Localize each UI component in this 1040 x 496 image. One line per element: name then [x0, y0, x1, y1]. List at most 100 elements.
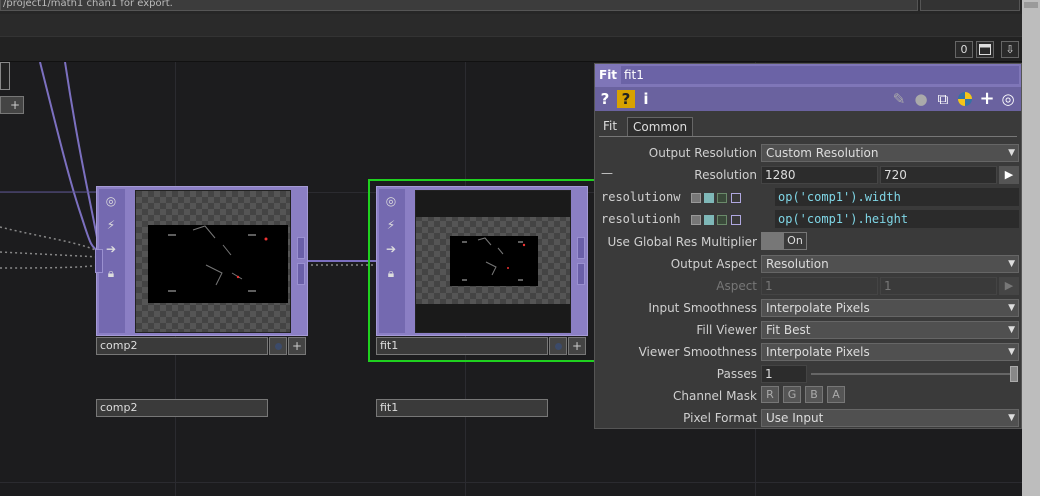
- pixel-format-menu[interactable]: Use Input ▼: [761, 409, 1019, 427]
- channel-r-button[interactable]: R: [761, 386, 779, 403]
- mode-constant-icon[interactable]: [691, 193, 701, 203]
- output-aspect-label: Output Aspect: [670, 257, 757, 271]
- aspect-field-1[interactable]: 1: [761, 277, 878, 295]
- viewer-smoothness-label: Viewer Smoothness: [638, 345, 757, 359]
- output-connector-2[interactable]: [577, 263, 585, 285]
- global-res-value: On: [784, 233, 806, 249]
- node-body[interactable]: ◎ ⚡ ➔ 🔒︎: [95, 186, 308, 336]
- output-connector-2[interactable]: [297, 263, 305, 285]
- node-label[interactable]: fit1: [376, 399, 548, 417]
- chevron-down-icon: ▼: [1008, 347, 1015, 357]
- add-icon[interactable]: +: [7, 96, 23, 114]
- lock-icon[interactable]: 🔒︎: [381, 263, 401, 283]
- output-aspect-menu[interactable]: Resolution ▼: [761, 255, 1019, 273]
- mode-export-icon[interactable]: [717, 193, 727, 203]
- display-icon[interactable]: ➔: [381, 239, 401, 259]
- resolution-height-field[interactable]: 720: [880, 166, 997, 184]
- mode-export-icon[interactable]: [717, 215, 727, 225]
- path-field[interactable]: /project1/math1 chan1 for export.: [0, 0, 918, 11]
- viewer-image: [450, 236, 538, 286]
- offscreen-node[interactable]: [0, 62, 10, 90]
- fill-viewer-value: Fit Best: [766, 323, 811, 337]
- fit1-add-button[interactable]: +: [568, 337, 586, 355]
- node-label[interactable]: comp2: [96, 399, 268, 417]
- node-fit1[interactable]: ◎ ⚡ ➔ 🔒︎ fit1: [376, 186, 588, 417]
- zero-button[interactable]: 0: [955, 41, 973, 58]
- output-connector[interactable]: [297, 237, 305, 259]
- channel-g-button[interactable]: G: [783, 386, 801, 403]
- clone-icon[interactable]: ⧉: [934, 89, 952, 109]
- lock-icon[interactable]: 🔒︎: [101, 263, 121, 283]
- pixel-format-value: Use Input: [766, 411, 824, 425]
- edit-icon[interactable]: ✎: [891, 89, 907, 109]
- help-icon[interactable]: ?: [598, 89, 612, 109]
- global-res-toggle[interactable]: On: [761, 232, 807, 250]
- scrollbar[interactable]: [1022, 0, 1040, 496]
- passes-label: Passes: [716, 367, 757, 381]
- tab-fit[interactable]: Fit: [603, 117, 617, 135]
- global-res-label: Use Global Res Multiplier: [607, 235, 757, 249]
- node-body[interactable]: ◎ ⚡ ➔ 🔒︎: [376, 186, 588, 336]
- mode-bind-icon[interactable]: [731, 193, 741, 203]
- node-viewer: [135, 190, 291, 333]
- tab-divider: [599, 136, 1017, 137]
- secondary-field[interactable]: [920, 0, 1020, 11]
- op-help-icon[interactable]: ?: [617, 90, 635, 108]
- comp2-dot-button[interactable]: [269, 337, 287, 355]
- tab-common[interactable]: Common: [627, 117, 694, 136]
- python-icon[interactable]: [956, 89, 974, 109]
- collapse-icon[interactable]: —: [601, 166, 613, 180]
- fill-viewer-label: Fill Viewer: [696, 323, 757, 337]
- comp2-add-button[interactable]: +: [288, 337, 306, 355]
- comment-icon[interactable]: ●: [912, 89, 930, 109]
- target-icon[interactable]: ◎: [999, 89, 1017, 109]
- resolution-width-field[interactable]: 1280: [761, 166, 878, 184]
- chevron-down-icon: ▼: [1008, 325, 1015, 335]
- cook-icon[interactable]: ⚡: [101, 215, 121, 235]
- add-icon[interactable]: +: [978, 89, 996, 109]
- passes-field[interactable]: 1: [761, 365, 807, 383]
- aspect-field-2[interactable]: 1: [880, 277, 997, 295]
- fit1-dot-button[interactable]: [549, 337, 567, 355]
- mode-bind-icon[interactable]: [731, 215, 741, 225]
- viewer-icon[interactable]: ◎: [101, 191, 121, 211]
- input-connector[interactable]: [95, 249, 103, 273]
- passes-slider-track[interactable]: [811, 373, 1011, 375]
- viewer-smoothness-menu[interactable]: Interpolate Pixels ▼: [761, 343, 1019, 361]
- input-smoothness-menu[interactable]: Interpolate Pixels ▼: [761, 299, 1019, 317]
- passes-slider-handle[interactable]: [1010, 366, 1018, 382]
- chevron-down-icon: ▼: [1008, 259, 1015, 269]
- info-icon[interactable]: i: [640, 89, 652, 109]
- output-aspect-value: Resolution: [766, 257, 829, 271]
- resolutionw-label: resolutionw: [601, 190, 681, 204]
- play-icon[interactable]: ▶: [999, 277, 1019, 295]
- node-comp2[interactable]: ◎ ⚡ ➔ 🔒︎ comp2: [95, 186, 308, 417]
- window-icon[interactable]: [976, 41, 994, 58]
- mode-constant-icon[interactable]: [691, 215, 701, 225]
- display-icon[interactable]: ➔: [101, 239, 121, 259]
- comp2-name-label[interactable]: comp2: [96, 337, 268, 355]
- chevron-down-icon: ▼: [1008, 413, 1015, 423]
- output-resolution-label: Output Resolution: [648, 146, 757, 160]
- pin-icon[interactable]: ⇩: [1001, 41, 1019, 58]
- fill-viewer-menu[interactable]: Fit Best ▼: [761, 321, 1019, 339]
- fit1-name-label[interactable]: fit1: [376, 337, 548, 355]
- output-connector[interactable]: [577, 237, 585, 259]
- resolution-label: Resolution: [694, 168, 757, 182]
- scrollbar-thumb[interactable]: [1024, 2, 1038, 8]
- resolutionh-expression[interactable]: op('comp1').height: [775, 210, 1019, 228]
- channel-b-button[interactable]: B: [805, 386, 823, 403]
- panel-icon-bar: ? ? i ✎ ● ⧉ + ◎: [595, 87, 1021, 111]
- mode-expression-icon[interactable]: [704, 193, 714, 203]
- play-icon[interactable]: ▶: [999, 166, 1019, 184]
- cook-icon[interactable]: ⚡: [381, 215, 401, 235]
- resolutionw-expression[interactable]: op('comp1').width: [775, 188, 1019, 206]
- viewer-image: [148, 225, 288, 303]
- mode-expression-icon[interactable]: [704, 215, 714, 225]
- parameter-panel: Fit fit1 ? ? i ✎ ● ⧉ + ◎ Fit Common Outp…: [594, 63, 1022, 429]
- channel-a-button[interactable]: A: [827, 386, 845, 403]
- output-resolution-menu[interactable]: Custom Resolution ▼: [761, 144, 1019, 162]
- operator-name-field[interactable]: fit1: [621, 66, 1019, 84]
- viewer-smoothness-value: Interpolate Pixels: [766, 345, 870, 359]
- viewer-icon[interactable]: ◎: [381, 191, 401, 211]
